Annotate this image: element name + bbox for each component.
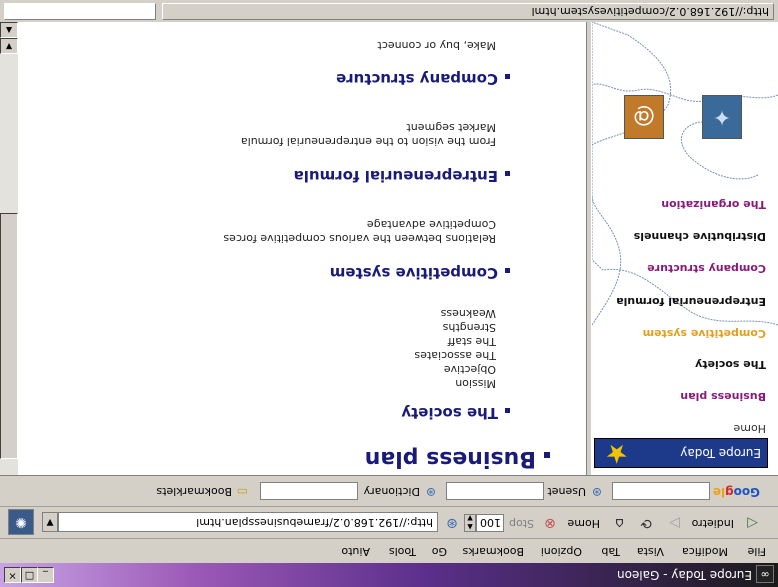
screen: ∞ Europe Today - Galeon _ □ × File Modif… [0,0,778,587]
section-competitive-system[interactable]: Competitive system [330,264,498,282]
item-make-buy-connect[interactable]: Make, buy or connect [377,39,496,52]
sidebar-link-distributive-channels[interactable]: Distributive channels [634,230,766,243]
item-competitive-advantage[interactable]: Competitive advantage [367,218,496,231]
item-weakness[interactable]: Weakness [441,307,496,320]
title-bar: ∞ Europe Today - Galeon _ □ × [0,563,778,587]
item-relations-competitive-forces[interactable]: Relations between the various competitiv… [223,232,496,245]
content-area: Europe Today ★ Home Business plan The so… [0,22,778,475]
item-mission[interactable]: Mission [455,377,496,390]
menu-go[interactable]: Go [432,545,447,558]
dictionary-icon: ⊛ [425,485,436,499]
zoom-spinner[interactable]: ▲ ▼ [464,514,476,532]
item-market-segment[interactable]: Market segment [406,121,496,134]
minimize-button[interactable]: _ [37,567,54,583]
section-company-structure[interactable]: Company structure [336,70,498,88]
item-the-associates[interactable]: The associates [414,349,496,362]
reload-icon[interactable]: ⟳ [640,515,652,531]
bullet-icon [505,171,510,176]
close-button[interactable]: × [4,567,21,583]
usenet-search-input[interactable] [446,482,544,500]
google-toolbar: Google ⊛ Usenet ⊛ Dictionary ▭ Bookmarkl… [0,475,778,506]
main-frame: Business plan The society Mission Object… [18,22,586,475]
sidebar-link-company-structure[interactable]: Company structure [647,262,766,275]
sidebar-link-business-plan[interactable]: Business plan [680,390,766,403]
europe-today-banner[interactable]: Europe Today ★ [594,438,768,468]
menu-vista[interactable]: Vista [637,545,664,558]
window-title: Europe Today - Galeon [617,568,752,582]
item-objective[interactable]: Objective [444,363,496,376]
status-text: http://192.168.0.2/competitivesystem.htm… [162,3,774,20]
sidebar-link-competitive-system[interactable]: Competitive system [643,327,766,340]
go-icon[interactable]: ⊛ [446,515,458,531]
menu-bar: File Modifica Vista Tab Opzioni Bookmark… [0,538,778,563]
status-progress [4,3,156,20]
zoom-field[interactable]: 100 [476,514,504,532]
menu-tools[interactable]: Tools [389,545,416,558]
home-icon[interactable]: ⌂ [615,515,624,531]
item-strengths[interactable]: Strengths [443,321,496,334]
menu-bookmarks[interactable]: Bookmarks [463,545,524,558]
navigation-toolbar: ◁ Indietro ▷ ⟳ ⌂ Home ⊗ Stop 100 ▲ ▼ ⊛ ht… [0,506,778,537]
frame-divider[interactable] [586,22,592,475]
throbber-icon[interactable]: ✺ [8,509,34,535]
item-the-staff[interactable]: The staff [448,335,496,348]
google-search-input[interactable] [612,482,710,500]
home-button[interactable]: Home [568,517,600,530]
sidebar-link-the-society[interactable]: The society [695,358,766,371]
galeon-icon[interactable]: ∞ [756,565,774,583]
vertical-scrollbar[interactable]: ▼ ▲ [0,22,18,475]
bullet-icon [505,74,510,79]
left-frame: Europe Today ★ Home Business plan The so… [592,22,778,475]
usenet-button[interactable]: Usenet [547,485,586,498]
menu-opzioni[interactable]: Opzioni [541,545,582,558]
back-button[interactable]: Indietro [692,517,734,530]
stop-button[interactable]: Stop [509,517,534,530]
url-input[interactable]: http://192.168.0.2/framebusinessplan.htm… [58,512,438,532]
dictionary-button[interactable]: Dictionary [364,485,420,498]
bullet-icon [544,452,550,458]
diver-image[interactable]: ✦ [702,95,742,139]
banner-text: Europe Today [680,446,761,460]
bookmarklets-icon: ▭ [236,485,248,499]
status-bar: http://192.168.0.2/competitivesystem.htm… [0,0,778,22]
scroll-down-button[interactable]: ▼ [0,38,18,54]
sidebar-link-entrepreneurial-formula[interactable]: Entrepreneurial formula [616,295,766,308]
bookmarklets-button[interactable]: Bookmarklets [156,485,232,498]
dictionary-search-input[interactable] [260,482,358,500]
scroll-up-button[interactable]: ▲ [0,22,18,38]
star-icon: ★ [605,438,629,468]
section-entrepreneurial-formula[interactable]: Entrepreneurial formula [294,167,498,185]
google-logo[interactable]: Google [713,485,760,499]
forward-arrow-icon[interactable]: ▷ [669,515,680,531]
europe-map-image [592,22,778,326]
section-the-society[interactable]: The society [401,404,498,422]
scrollbar-thumb[interactable] [0,213,18,459]
item-vision-to-formula[interactable]: From the vision to the entrepreneurial f… [241,135,496,148]
sidebar-link-the-organization[interactable]: The organization [661,198,766,211]
maximize-button[interactable]: □ [21,567,38,583]
sidebar-link-home[interactable]: Home [734,422,766,435]
url-dropdown-icon[interactable]: ▼ [42,512,58,532]
page-heading: Business plan [364,446,536,471]
usenet-icon: ⊛ [591,485,602,499]
menu-file[interactable]: File [748,545,766,558]
back-arrow-icon[interactable]: ◁ [747,515,758,531]
bullet-icon [505,268,510,273]
menu-aiuto[interactable]: Aiuto [341,545,370,558]
at-sign-image[interactable]: @ [624,95,664,139]
menu-modifica[interactable]: Modifica [682,545,728,558]
stop-icon[interactable]: ⊗ [544,515,556,531]
bullet-icon [505,408,510,413]
menu-tab[interactable]: Tab [601,545,620,558]
